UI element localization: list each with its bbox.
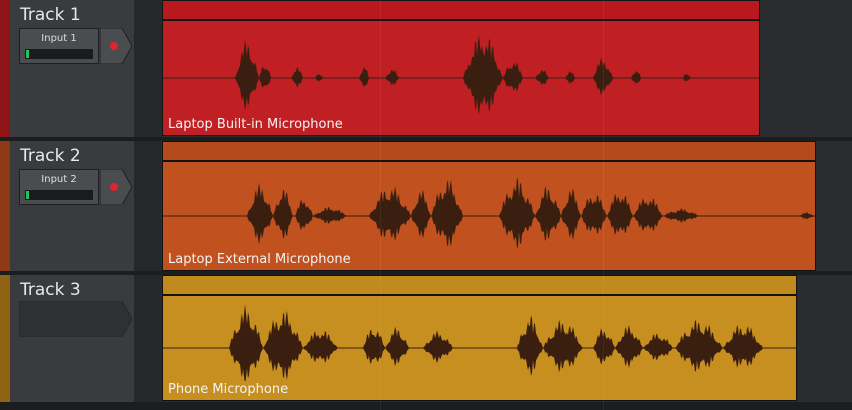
level-meter: [25, 190, 93, 200]
track-separator: [0, 402, 852, 410]
grid-line: [603, 0, 604, 410]
track-1: Track 1 Input 1 Laptop Built-in Micropho…: [0, 0, 852, 137]
input-label: Input 1: [41, 33, 77, 44]
track-header[interactable]: Track 3: [0, 275, 134, 402]
clip-waveform-area: Laptop Built-in Microphone: [163, 21, 759, 135]
track-3: Track 3 Phone Microphone: [0, 275, 852, 402]
input-selector[interactable]: Input 2: [19, 169, 99, 205]
audio-clip[interactable]: Laptop External Microphone: [162, 141, 816, 271]
level-meter: [25, 49, 93, 59]
track-header[interactable]: Track 1 Input 1: [0, 0, 134, 137]
clip-title-bar[interactable]: [163, 276, 796, 296]
track-color-bar: [0, 0, 10, 137]
clip-title-bar[interactable]: [163, 142, 815, 162]
track-lane[interactable]: Laptop External Microphone: [161, 141, 852, 271]
record-arm-button[interactable]: [100, 169, 132, 205]
clip-label: Phone Microphone: [166, 381, 291, 398]
track-header[interactable]: Track 2 Input 2: [0, 141, 134, 271]
clip-label: Laptop Built-in Microphone: [166, 116, 345, 133]
track-lane[interactable]: Laptop Built-in Microphone: [161, 0, 852, 137]
audio-clip[interactable]: Phone Microphone: [162, 275, 797, 401]
record-dot-icon: [110, 183, 118, 191]
track-gutter: [134, 275, 161, 402]
clip-waveform-area: Laptop External Microphone: [163, 162, 815, 270]
level-meter-fill: [26, 50, 29, 58]
track-gutter: [134, 0, 161, 137]
track-name[interactable]: Track 2: [20, 146, 81, 166]
record-dot-icon: [110, 42, 118, 50]
level-meter-fill: [26, 191, 29, 199]
track-name[interactable]: Track 1: [20, 5, 81, 25]
clip-waveform-area: Phone Microphone: [163, 296, 796, 400]
record-arm-button[interactable]: [100, 28, 132, 64]
track-gutter: [134, 141, 161, 271]
input-selector-empty[interactable]: [19, 301, 132, 337]
audio-clip[interactable]: Laptop Built-in Microphone: [162, 0, 760, 136]
track-lane[interactable]: Phone Microphone: [161, 275, 852, 402]
input-label: Input 2: [41, 174, 77, 185]
grid-line: [380, 0, 381, 410]
track-name[interactable]: Track 3: [20, 280, 81, 300]
input-selector[interactable]: Input 1: [19, 28, 99, 64]
track-2: Track 2 Input 2 Laptop External Micropho…: [0, 141, 852, 271]
clip-label: Laptop External Microphone: [166, 251, 353, 268]
track-color-bar: [0, 141, 10, 271]
clip-title-bar[interactable]: [163, 1, 759, 21]
track-color-bar: [0, 275, 10, 402]
